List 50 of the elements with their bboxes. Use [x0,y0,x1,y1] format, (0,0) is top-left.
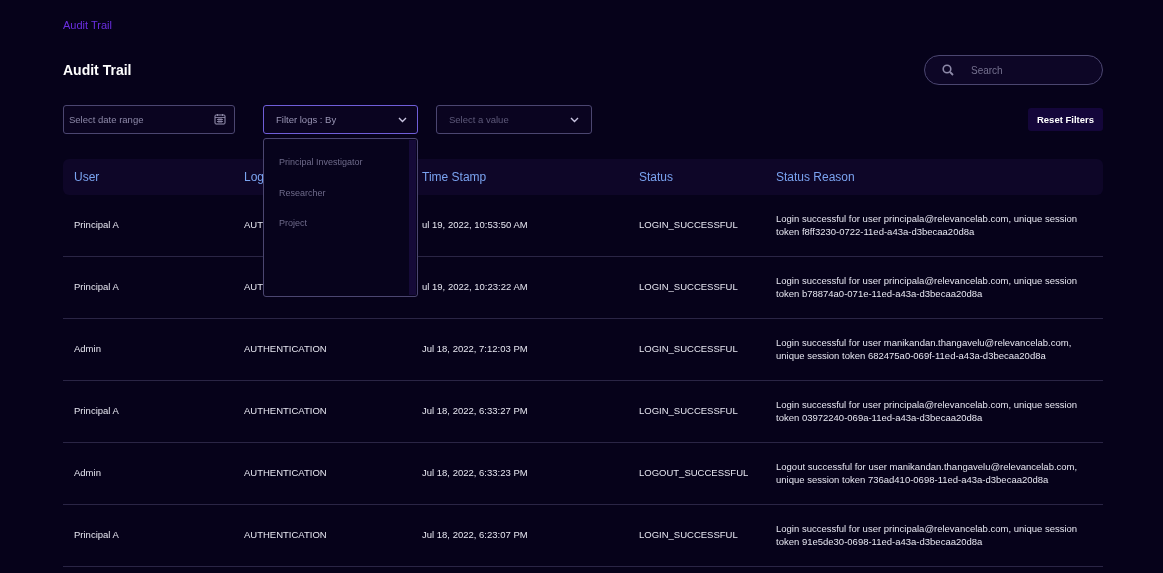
table-cell-text: AUT [244,281,264,294]
table-cell-text: ul 19, 2022, 10:23:22 AM [422,281,529,294]
dropdown-option[interactable]: Principal Investigator [279,147,405,178]
date-range-field[interactable]: Select date range [63,105,235,134]
reset-filters-button[interactable]: Reset Filters [1027,108,1103,131]
filter-by-select[interactable]: Filter logs : By [263,105,418,134]
column-header: Status [639,170,675,184]
table-cell-text: LOGIN_SUCCESSFUL [639,529,739,542]
table-cell-text: AUT [244,219,264,232]
table-cell-text: Jul 18, 2022, 7:12:03 PM [422,343,529,356]
table-cell-text: AUTHENTICATION [244,529,328,542]
page-title: Audit Trail [63,62,132,78]
table-cell-text: LOGIN_SUCCESSFUL [639,405,739,418]
search-icon [942,64,954,76]
table-cell-text: Principal A [74,281,120,294]
column-header: Log [244,170,266,184]
table-cell-text: LOGIN_SUCCESSFUL [639,219,739,232]
table-cell-text: Login successful for user principala@relevancelab.com, unique session token f8ff3230-0722-11ed-a43a-d3becaa20d8a [776,213,1079,238]
table-cell-text: ul 19, 2022, 10:53:50 AM [422,219,529,232]
table-cell-text: LOGOUT_SUCCESSFUL [639,467,750,480]
table-cell-text: Principal A [74,219,120,232]
table-cell-text: AUTHENTICATION [244,343,328,356]
table-cell-text: LOGIN_SUCCESSFUL [639,281,739,294]
column-header: User [74,170,101,184]
table-cell-text: Principal A [74,405,120,418]
search-field[interactable]: Search [924,55,1103,85]
table-cell-text: Login successful for user manikandan.thangavelu@relevancelab.com, unique session token 682475a0-069f-11ed-a43a-d3becaa20d8a [776,337,1073,362]
column-header: Status Reason [776,170,856,184]
table-cell-text: Login successful for user principala@relevancelab.com, unique session token 91e5de30-0698-11ed-a43a-d3becaa20d8a [776,523,1079,548]
table-cell-text: AUTHENTICATION [244,405,328,418]
table-cell-text: Jul 18, 2022, 6:33:27 PM [422,405,529,418]
table-cell-text: Logout successful for user manikandan.thangavelu@relevancelab.com, unique session token 736ad410-0698-11ed-a43a-d3becaa20d8a [776,461,1079,486]
calendar-icon [214,113,226,125]
chevron-down-icon [398,116,407,123]
table-cell-text: Login successful for user principala@relevancelab.com, unique session token 03972240-069a-11ed-a43a-d3becaa20d8a [776,399,1079,424]
table-cell-text: AUTHENTICATION [244,467,328,480]
chevron-down-icon [570,116,579,123]
table-cell-text: Jul 18, 2022, 6:33:23 PM [422,467,529,480]
table-cell-text: Principal A [74,529,120,542]
table-cell-text: LOGIN_SUCCESSFUL [639,343,739,356]
scrollbar[interactable] [409,140,416,295]
table-cell-text: Admin [74,467,102,480]
table-cell-text: Admin [74,343,102,356]
table-cell-text: Login successful for user principala@relevancelab.com, unique session token b78874a0-071e-11ed-a43a-d3becaa20d8a [776,275,1079,300]
dropdown-option[interactable]: Project [279,208,405,239]
dropdown-option[interactable]: Researcher [279,177,405,208]
value-select[interactable]: Select a value [436,105,592,134]
breadcrumb-link[interactable]: Audit Trail [63,19,112,31]
column-header: Time Stamp [422,170,488,184]
table-cell-text: Jul 18, 2022, 6:23:07 PM [422,529,529,542]
